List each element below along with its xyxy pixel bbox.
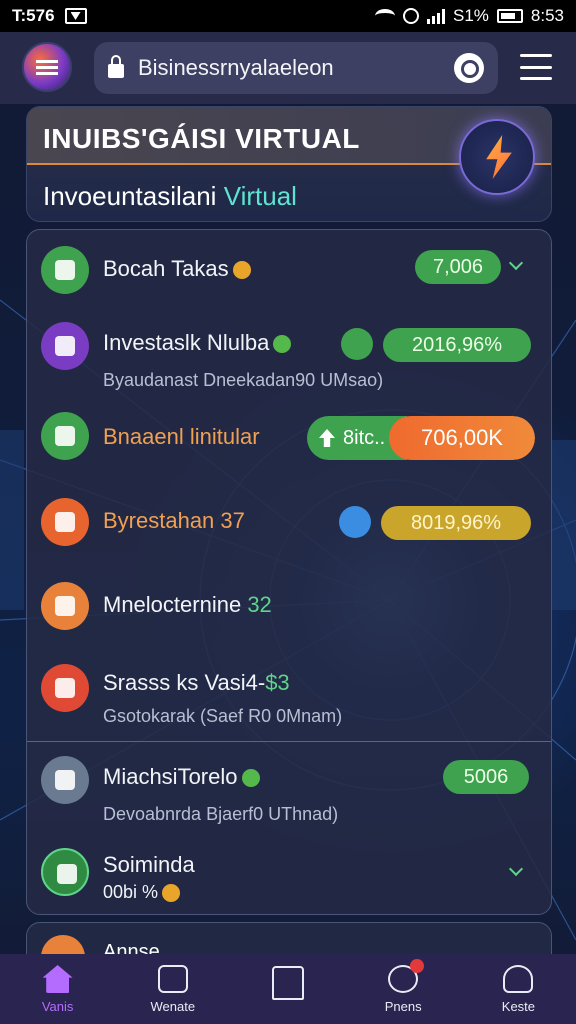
nav-item-house[interactable] [230, 954, 345, 1024]
chevron-down-icon[interactable] [508, 255, 524, 271]
lock-icon [108, 55, 124, 78]
dollar-icon [341, 328, 373, 360]
star-icon [41, 322, 89, 370]
value-pill[interactable]: 7,006 [415, 250, 501, 284]
list-item-title: Bocah Takas [103, 256, 251, 282]
list-item[interactable]: Byrestahan 37 8019,96% [27, 484, 551, 564]
notification-icon [64, 8, 87, 24]
hand-icon [41, 848, 89, 896]
nav-label: Pnens [384, 999, 422, 1014]
app-logo[interactable] [22, 42, 72, 92]
wallet-icon [41, 412, 89, 460]
list-item-title: Srasss ks Vasi4-$3 [103, 670, 290, 695]
list-item[interactable]: Soiminda 00bi % [27, 840, 551, 916]
nav-label: Vanis [41, 999, 74, 1014]
lightning-bolt-icon[interactable] [459, 119, 535, 195]
nav-item-wallet[interactable]: Wenate [115, 954, 230, 1024]
coin-icon [232, 261, 251, 280]
value-pill[interactable]: 2016,96% [383, 328, 531, 362]
list-item-subtitle: Byaudanast Dneekadan90 UMsao) [103, 370, 384, 390]
address-bar[interactable]: Bisinessrnyalaeleon [94, 42, 498, 94]
list-item-title: Mnelocternine 32 [103, 592, 272, 617]
sync-icon [402, 8, 419, 24]
list-item[interactable]: MiachsiTorelo 5006 Devoabnrda Bjaerf0 UT… [27, 750, 551, 840]
list-item[interactable]: Investaslk Nlulba 2016,96% Byaudanast Dn… [27, 316, 551, 396]
nav-item-profile[interactable]: Keste [461, 954, 576, 1024]
clipboard-icon [41, 664, 89, 712]
wifi-icon [374, 9, 395, 23]
split-value-pill[interactable]: 8itc.. 706,00K [307, 416, 535, 460]
search-icon[interactable] [454, 53, 484, 83]
chevron-down-icon[interactable] [508, 861, 524, 877]
user-icon [503, 965, 534, 993]
list-item-subtitle: 00bi % [103, 882, 181, 903]
list-item-title: Investaslk Nlulba [103, 330, 292, 356]
value-pill[interactable]: 8019,96% [381, 506, 531, 540]
signal-icon [426, 8, 445, 24]
app-screen: T:576 S1% 8:53 Bisinessrnyalaeleon INUIB… [0, 0, 576, 1024]
subtitle-main: Invoeuntasilani [43, 181, 217, 211]
list-item[interactable]: Srasss ks Vasi4-$3 Gsotokarak (Saef R0 0… [27, 650, 551, 740]
hamburger-menu-icon[interactable] [520, 54, 552, 80]
nav-item-home[interactable]: Vanis [0, 954, 115, 1024]
top-bar: Bisinessrnyalaeleon [0, 32, 576, 104]
list-item-title: Byrestahan 37 [103, 508, 245, 533]
header-card: INUIBS'GÁISI VIRTUAL Invoeuntasilani Vir… [26, 106, 552, 222]
status-bar: T:576 S1% 8:53 [0, 0, 576, 32]
page-title: INUIBS'GÁISI VIRTUAL [43, 123, 360, 154]
nav-label: Keste [501, 999, 536, 1014]
investment-list: Bocah Takas 7,006 Investaslk Nlulba 2016… [26, 229, 552, 915]
home-icon [42, 965, 73, 993]
refresh-icon [339, 506, 371, 538]
page-subtitle: Invoeuntasilani Virtual [43, 181, 297, 212]
split-right-value: 706,00K [389, 416, 535, 460]
list-item-title: Bnaaenl linitular [103, 424, 260, 449]
status-icons: S1% 8:53 [374, 6, 564, 26]
chart-icon [41, 498, 89, 546]
building-icon [41, 582, 89, 630]
avatar [41, 756, 89, 804]
address-text[interactable]: Bisinessrnyalaeleon [138, 55, 454, 81]
divider [27, 741, 551, 742]
battery-icon [496, 9, 523, 23]
list-item-subtitle: Devoabnrda Bjaerf0 UThnad) [103, 804, 339, 824]
status-clock: 8:53 [530, 6, 564, 25]
arrow-up-icon [319, 429, 335, 447]
battery-percent: S1% [452, 6, 489, 25]
notification-badge [410, 959, 425, 973]
nav-item-notifications[interactable]: Pnens [346, 954, 461, 1024]
list-item-subtitle: Gsotokarak (Saef R0 0Mnam) [103, 706, 343, 726]
list-item[interactable]: Bocah Takas 7,006 [27, 230, 551, 310]
bell-icon [388, 959, 425, 993]
nav-label: Wenate [150, 999, 196, 1014]
wallet-nav-icon [157, 965, 188, 993]
bottom-nav: Vanis Wenate Pnens Keste [0, 954, 576, 1024]
coin-icon [162, 884, 181, 903]
coin-icon [241, 769, 260, 788]
list-item-title: Soiminda [103, 852, 195, 877]
list-item-title: MiachsiTorelo [103, 764, 260, 790]
list-item[interactable]: Mnelocternine 32 [27, 570, 551, 650]
subtitle-accent: Virtual [223, 181, 297, 211]
piggy-bank-icon [41, 246, 89, 294]
coin-icon [273, 335, 292, 354]
house-icon [272, 966, 304, 1000]
status-time: T:576 [12, 6, 55, 25]
value-pill[interactable]: 5006 [443, 760, 529, 794]
